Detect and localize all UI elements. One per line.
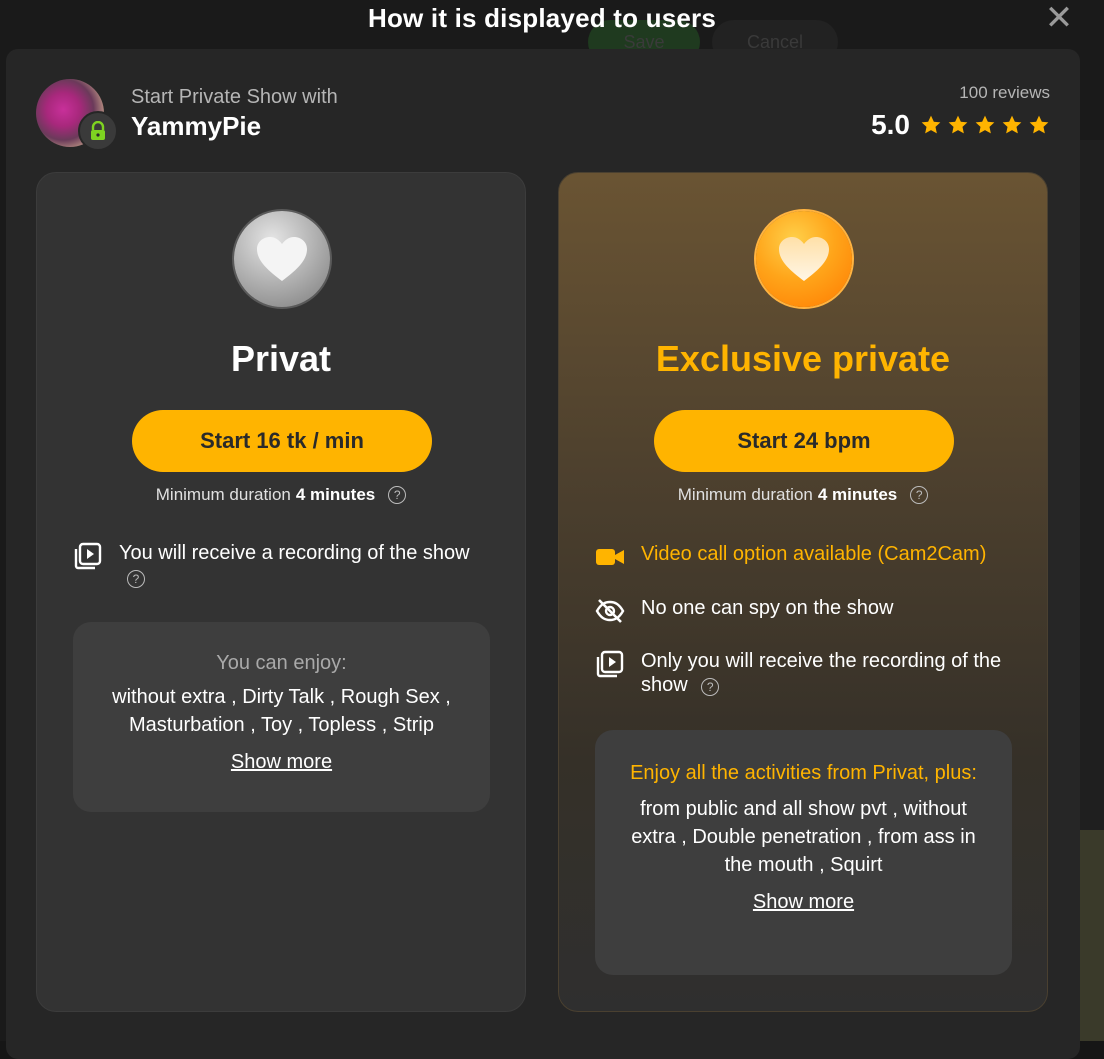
private-show-modal: Start Private Show with YammyPie 100 rev…: [6, 49, 1080, 1059]
rating-value: 5.0: [871, 109, 910, 140]
exclusive-private-card[interactable]: Exclusive private Start 24 bpm Minimum d…: [558, 172, 1048, 1012]
feature-recording: Only you will receive the recording of t…: [595, 649, 1015, 697]
help-icon[interactable]: ?: [388, 486, 407, 504]
reviews-count[interactable]: 100 reviews: [959, 83, 1050, 103]
rating: 5.0: [871, 109, 1050, 141]
help-icon[interactable]: ?: [910, 486, 929, 504]
feature-label: Only you will receive the recording of t…: [641, 650, 1002, 696]
overlay-title: How it is displayed to users: [367, 3, 717, 33]
show-more-link[interactable]: Show more: [231, 751, 332, 774]
min-duration-label: Minimum duration: [677, 485, 813, 504]
star-icon: [1029, 115, 1049, 134]
minimum-duration: Minimum duration 4 minutes ?: [37, 485, 525, 505]
header-subtitle: Start Private Show with: [131, 86, 338, 108]
enjoy-list: without extra , Dirty Talk , Rough Sex ,…: [112, 686, 451, 736]
min-duration-value: 4 minutes: [817, 485, 898, 504]
enjoy-heading: Enjoy all the activities from Privat, pl…: [630, 762, 977, 784]
background-panel: [1080, 140, 1104, 830]
heart-icon: [756, 211, 852, 307]
feature-label: You will receive a recording of the show: [119, 542, 470, 564]
video-playlist-icon: [595, 649, 625, 679]
enjoy-box: You can enjoy: without extra , Dirty Tal…: [73, 622, 490, 812]
start-exclusive-button[interactable]: Start 24 bpm: [654, 410, 954, 472]
privat-card[interactable]: Privat Start 16 tk / min Minimum duratio…: [36, 172, 526, 1012]
min-duration-label: Minimum duration: [155, 485, 291, 504]
star-icon: [975, 115, 995, 134]
feature-text: You will receive a recording of the show…: [119, 541, 493, 589]
eye-off-icon: [595, 596, 625, 626]
feature-recording: You will receive a recording of the show…: [73, 541, 493, 589]
close-icon[interactable]: ✕: [1044, 1, 1074, 35]
feature-video-call: Video call option available (Cam2Cam): [595, 542, 1025, 572]
host-name: YammyPie: [131, 111, 262, 141]
feature-text: Only you will receive the recording of t…: [641, 649, 1015, 697]
feature-no-spy: No one can spy on the show: [595, 596, 1025, 626]
enjoy-list: from public and all show pvt , without e…: [631, 798, 976, 876]
min-duration-value: 4 minutes: [295, 485, 376, 504]
video-camera-icon: [595, 542, 625, 572]
feature-label: Video call option available (Cam2Cam): [641, 543, 987, 565]
heart-icon: [234, 211, 330, 307]
rating-stars: [920, 114, 1050, 136]
card-title: Privat: [230, 338, 332, 379]
star-icon: [948, 115, 968, 134]
video-playlist-icon: [73, 541, 103, 571]
show-more-link[interactable]: Show more: [753, 891, 854, 914]
star-icon: [921, 115, 941, 134]
help-icon[interactable]: ?: [127, 570, 145, 588]
enjoy-box: Enjoy all the activities from Privat, pl…: [595, 730, 1012, 975]
start-privat-button[interactable]: Start 16 tk / min: [132, 410, 432, 472]
lock-icon: [78, 111, 118, 151]
background-image: [1080, 830, 1104, 1041]
star-icon: [1002, 115, 1022, 134]
enjoy-heading: You can enjoy:: [216, 652, 347, 674]
feature-label: No one can spy on the show: [641, 597, 894, 619]
help-icon[interactable]: ?: [701, 678, 720, 696]
minimum-duration: Minimum duration 4 minutes ?: [559, 485, 1047, 505]
card-title: Exclusive private: [655, 338, 951, 379]
